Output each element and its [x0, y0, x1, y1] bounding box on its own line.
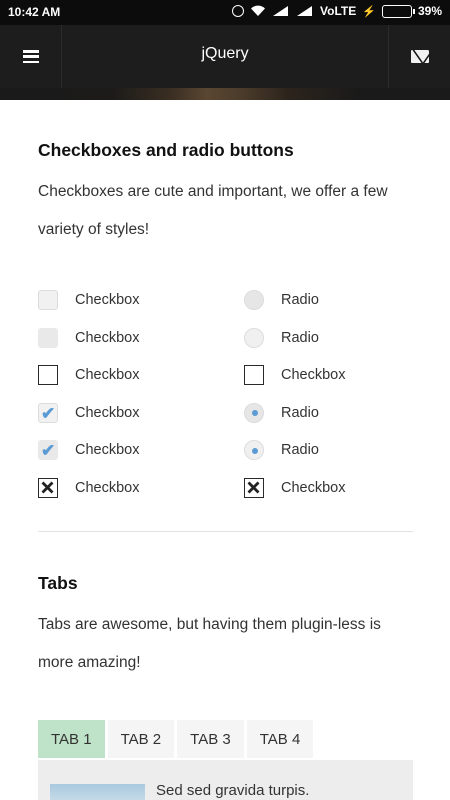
- checkbox-option-left[interactable]: Checkbox: [38, 476, 139, 500]
- wifi-icon: [250, 5, 266, 17]
- checkbox-outline-icon: [38, 365, 58, 385]
- app-bar: jQuery: [0, 25, 450, 100]
- tabs-section-title: Tabs: [38, 573, 78, 593]
- section-divider: [38, 531, 413, 532]
- mail-button[interactable]: [388, 25, 450, 88]
- option-label: Checkbox: [75, 404, 140, 421]
- option-row: Checkbox Checkbox: [38, 476, 413, 500]
- battery-percent: 39%: [417, 4, 442, 18]
- option-label: Checkbox: [75, 479, 140, 496]
- radio-option-right[interactable]: Radio: [244, 326, 319, 350]
- checkbox-option-right[interactable]: Checkbox: [244, 476, 345, 500]
- checkbox-unchecked-icon: [38, 290, 58, 310]
- network-type-label: VoLTE: [320, 4, 357, 18]
- option-label: Checkbox: [75, 292, 140, 308]
- radio-dot-icon: [251, 447, 258, 454]
- checkbox-option-left[interactable]: Checkbox: [38, 326, 139, 350]
- tab-4[interactable]: TAB 4: [246, 720, 314, 758]
- envelope-icon: [410, 50, 429, 63]
- checkbox-checked-icon: ✔: [38, 402, 58, 423]
- option-label: Checkbox: [281, 479, 346, 496]
- checkbox-unchecked-icon: [38, 327, 58, 348]
- option-label: Checkbox: [281, 367, 346, 383]
- option-label: Radio: [281, 442, 319, 458]
- option-label: Radio: [281, 404, 319, 421]
- status-time: 10:42 AM: [8, 5, 61, 19]
- radio-dot-icon: [251, 410, 258, 416]
- checkbox-x-icon: [244, 477, 264, 498]
- signal-strength-icon: [272, 5, 290, 17]
- option-label: Radio: [281, 292, 319, 308]
- radio-option-right[interactable]: Radio: [244, 438, 319, 462]
- checkbox-option-left[interactable]: ✔ Checkbox: [38, 401, 139, 425]
- tabs-section-description: Tabs are awesome, but having them plugin…: [38, 616, 381, 671]
- checkbox-section-title: Checkboxes and radio buttons: [38, 140, 294, 160]
- radio-selected-icon: [244, 402, 264, 423]
- app-title: jQuery: [201, 45, 249, 62]
- panel-thumbnail-image: [50, 784, 145, 800]
- option-row: ✔ Checkbox Radio: [38, 401, 413, 425]
- battery-icon: [381, 4, 415, 18]
- option-row: Checkbox Checkbox: [38, 363, 413, 387]
- option-row: Checkbox Radio: [38, 288, 413, 312]
- charging-bolt-icon: ⚡: [362, 5, 376, 18]
- checkbox-option-right[interactable]: Checkbox: [244, 363, 345, 387]
- checkbox-option-left[interactable]: Checkbox: [38, 288, 139, 312]
- tab-1[interactable]: TAB 1: [38, 720, 105, 758]
- tab-2[interactable]: TAB 2: [107, 720, 175, 758]
- checkbox-option-left[interactable]: ✔ Checkbox: [38, 438, 139, 462]
- option-label: Checkbox: [75, 442, 140, 458]
- menu-button[interactable]: [0, 25, 62, 88]
- checkbox-checked-icon: ✔: [38, 440, 58, 460]
- option-label: Checkbox: [75, 329, 140, 346]
- radio-unselected-icon: [244, 290, 264, 310]
- signal-strength-icon-2: [296, 5, 314, 17]
- status-bar: 10:42 AM VoLTE ⚡ 39%: [0, 0, 450, 25]
- alarm-clock-icon: [232, 5, 245, 17]
- tab-3[interactable]: TAB 3: [177, 720, 244, 758]
- option-row: ✔ Checkbox Radio: [38, 438, 413, 462]
- radio-selected-icon: [244, 440, 264, 460]
- status-icons: VoLTE ⚡ 39%: [232, 4, 442, 18]
- header-image-strip: [0, 88, 450, 100]
- tab-bar: TAB 1 TAB 2 TAB 3 TAB 4: [38, 720, 413, 758]
- tab-panel: Sed sed gravida turpis.: [38, 760, 413, 800]
- option-label: Checkbox: [75, 367, 140, 383]
- option-row: Checkbox Radio: [38, 326, 413, 350]
- radio-unselected-icon: [244, 327, 264, 348]
- checkbox-outline-icon: [244, 365, 264, 385]
- checkbox-option-left[interactable]: Checkbox: [38, 363, 139, 387]
- panel-text: Sed sed gravida turpis.: [156, 782, 310, 799]
- checkbox-section-description: Checkboxes are cute and important, we of…: [38, 183, 388, 238]
- radio-option-right[interactable]: Radio: [244, 288, 319, 312]
- checkbox-x-icon: [38, 477, 58, 498]
- radio-option-right[interactable]: Radio: [244, 401, 319, 425]
- hamburger-menu-icon: [22, 50, 39, 63]
- option-label: Radio: [281, 329, 319, 346]
- checkmark-icon: ✔: [41, 441, 56, 460]
- checkmark-icon: ✔: [41, 403, 56, 423]
